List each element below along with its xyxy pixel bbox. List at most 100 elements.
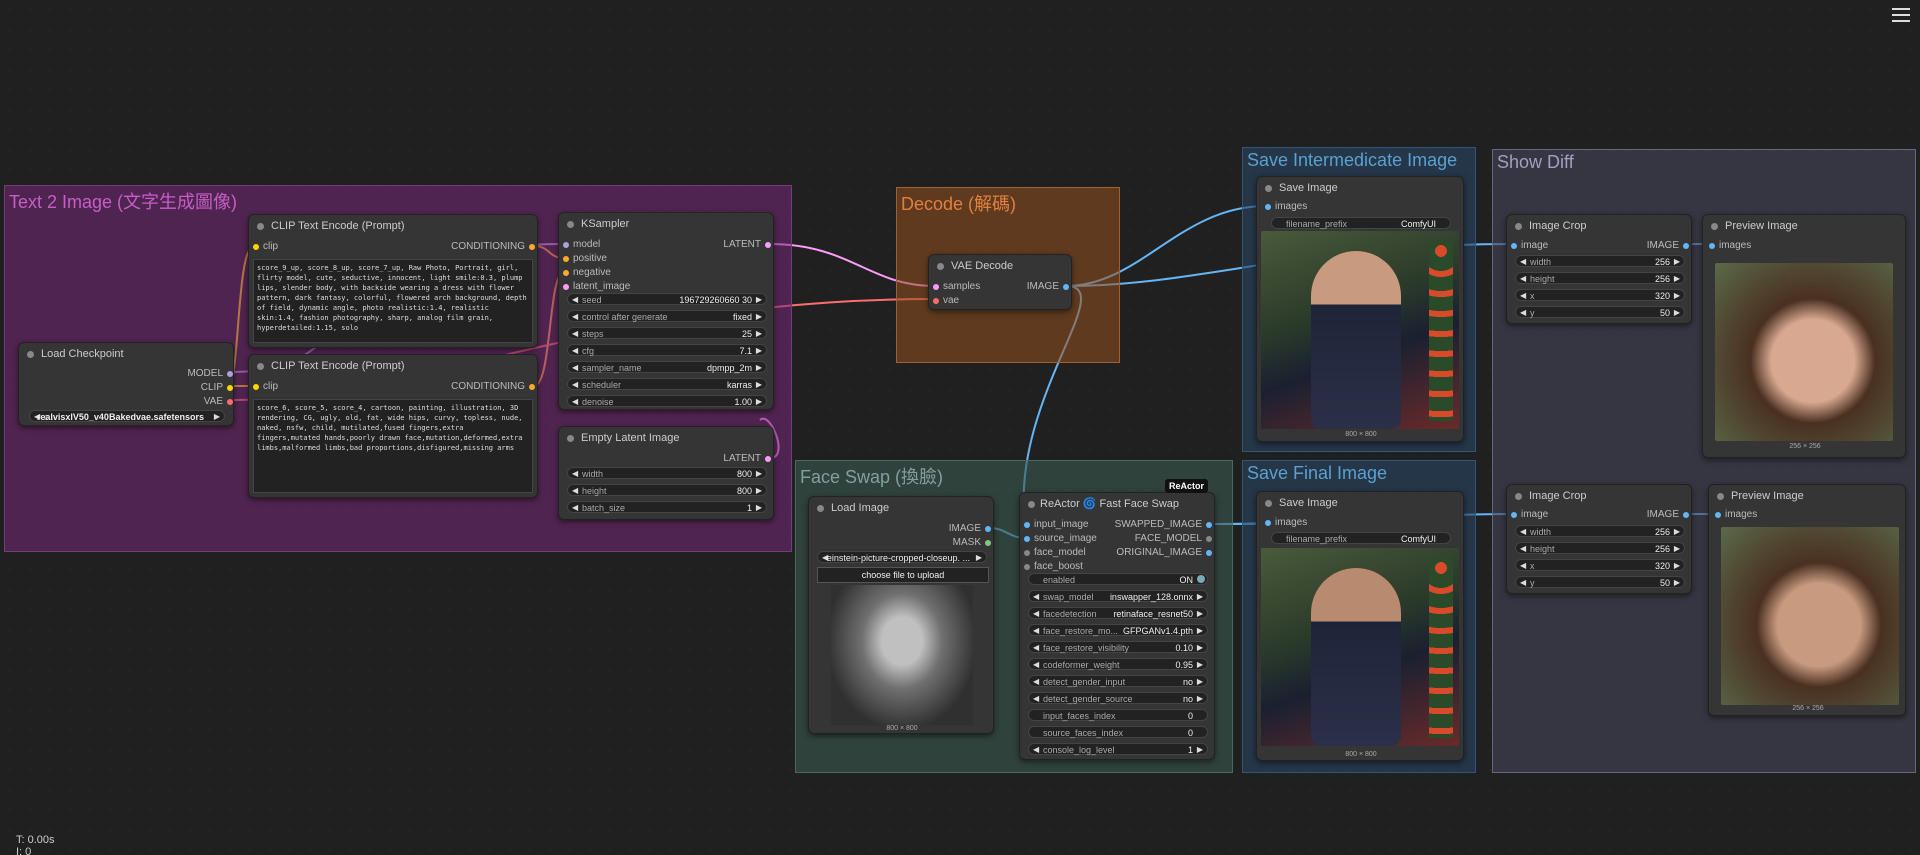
- crop-height-widget[interactable]: ◀ height 256 ▶: [1515, 272, 1685, 284]
- input-input-image[interactable]: input_image: [1024, 519, 1088, 531]
- steps-widget[interactable]: ◀ steps 25 ▶: [567, 327, 767, 339]
- output-image[interactable]: IMAGE: [1647, 509, 1689, 521]
- arrow-right-icon[interactable]: ▶: [756, 294, 762, 306]
- arrow-left-icon[interactable]: ◀: [1033, 676, 1039, 688]
- load-checkpoint-node[interactable]: Load Checkpoint MODEL CLIP VAE ◀ c... re…: [18, 342, 234, 426]
- save-image-final-node[interactable]: Save Image images filename_prefix ComfyUI…: [1256, 491, 1464, 761]
- arrow-left-icon[interactable]: ◀: [572, 379, 578, 391]
- arrow-left-icon[interactable]: ◀: [1520, 256, 1526, 268]
- arrow-right-icon[interactable]: ▶: [1674, 256, 1680, 268]
- empty-latent-image-node[interactable]: Empty Latent Image LATENT ◀ width 800 ▶ ◀ he…: [558, 426, 774, 520]
- output-latent[interactable]: LATENT: [723, 453, 771, 465]
- crop-x-widget[interactable]: ◀ x 320 ▶: [1515, 289, 1685, 301]
- arrow-right-icon[interactable]: ▶: [756, 311, 762, 323]
- output-mask[interactable]: MASK: [953, 537, 991, 549]
- arrow-right-icon[interactable]: ▶: [1674, 577, 1680, 589]
- arrow-right-icon[interactable]: ▶: [756, 396, 762, 408]
- arrow-left-icon[interactable]: ◀: [1033, 591, 1039, 603]
- output-latent[interactable]: LATENT: [723, 239, 771, 251]
- detect-gender-input-widget[interactable]: ◀ detect_gender_input no ▶: [1028, 675, 1208, 687]
- input-model[interactable]: model: [563, 239, 600, 251]
- arrow-left-icon[interactable]: ◀: [572, 311, 578, 323]
- arrow-right-icon[interactable]: ▶: [1197, 676, 1203, 688]
- codeformer-weight-widget[interactable]: ◀ codeformer_weight 0.95 ▶: [1028, 658, 1208, 670]
- input-face-model[interactable]: face_model: [1024, 547, 1086, 559]
- upload-button[interactable]: choose file to upload: [817, 567, 989, 583]
- reactor-fast-face-swap-node[interactable]: ReActor 🌀 Fast Face Swap ReActor input_i…: [1019, 479, 1215, 760]
- input-images[interactable]: images: [1715, 509, 1757, 521]
- crop-width-widget[interactable]: ◀ width 256 ▶: [1515, 255, 1685, 267]
- control-after-generate-widget[interactable]: ◀ control after generate fixed ▶: [567, 310, 767, 322]
- preview-image-node-1[interactable]: Preview Image images 256 × 256: [1702, 214, 1906, 458]
- arrow-left-icon[interactable]: ◀: [572, 328, 578, 340]
- arrow-left-icon[interactable]: ◀: [572, 396, 578, 408]
- input-clip[interactable]: clip: [253, 241, 278, 253]
- enabled-toggle[interactable]: enabled ON: [1028, 573, 1208, 585]
- source-faces-index-widget[interactable]: source_faces_index 0: [1028, 726, 1208, 738]
- arrow-right-icon[interactable]: ▶: [1197, 659, 1203, 671]
- input-vae[interactable]: vae: [933, 295, 959, 307]
- arrow-left-icon[interactable]: ◀: [1520, 290, 1526, 302]
- arrow-left-icon[interactable]: ◀: [1033, 693, 1039, 705]
- arrow-left-icon[interactable]: ◀: [1520, 577, 1526, 589]
- input-image[interactable]: image: [1511, 240, 1548, 252]
- arrow-left-icon[interactable]: ◀: [1033, 625, 1039, 637]
- arrow-left-icon[interactable]: ◀: [1520, 560, 1526, 572]
- seed-widget[interactable]: ◀ seed 196729260660 30 ▶: [567, 293, 767, 305]
- arrow-right-icon[interactable]: ▶: [1674, 273, 1680, 285]
- arrow-left-icon[interactable]: ◀: [572, 502, 578, 514]
- output-image[interactable]: IMAGE: [949, 523, 991, 535]
- output-image[interactable]: IMAGE: [1647, 240, 1689, 252]
- output-original-image[interactable]: ORIGINAL_IMAGE: [1116, 547, 1212, 559]
- arrow-left-icon[interactable]: ◀: [572, 345, 578, 357]
- output-image[interactable]: IMAGE: [1027, 281, 1069, 293]
- crop-height-widget[interactable]: ◀ height 256 ▶: [1515, 542, 1685, 554]
- input-positive[interactable]: positive: [563, 253, 607, 265]
- input-images[interactable]: images: [1265, 201, 1307, 213]
- crop-y-widget[interactable]: ◀ y 50 ▶: [1515, 576, 1685, 588]
- arrow-right-icon[interactable]: ▶: [214, 411, 220, 423]
- arrow-left-icon[interactable]: ◀: [572, 362, 578, 374]
- width-widget[interactable]: ◀ width 800 ▶: [567, 467, 767, 479]
- input-negative[interactable]: negative: [563, 267, 611, 279]
- input-samples[interactable]: samples: [933, 281, 980, 293]
- face-restore-model-widget[interactable]: ◀ face_restore_mo... GFPGANv1.4.pth ▶: [1028, 624, 1208, 636]
- face-restore-visibility-widget[interactable]: ◀ face_restore_visibility 0.10 ▶: [1028, 641, 1208, 653]
- denoise-widget[interactable]: ◀ denoise 1.00 ▶: [567, 395, 767, 407]
- arrow-left-icon[interactable]: ◀: [1033, 642, 1039, 654]
- height-widget[interactable]: ◀ height 800 ▶: [567, 484, 767, 496]
- arrow-left-icon[interactable]: ◀: [1520, 307, 1526, 319]
- arrow-right-icon[interactable]: ▶: [756, 345, 762, 357]
- arrow-left-icon[interactable]: ◀: [1033, 744, 1039, 756]
- arrow-right-icon[interactable]: ▶: [976, 552, 982, 564]
- ckpt-name-combo[interactable]: ◀ c... realvisxlV50_v40Bakedvae.safetens…: [29, 410, 225, 422]
- arrow-right-icon[interactable]: ▶: [1197, 608, 1203, 620]
- console-log-level-widget[interactable]: ◀ console_log_level 1 ▶: [1028, 743, 1208, 755]
- arrow-left-icon[interactable]: ◀: [1520, 273, 1526, 285]
- arrow-right-icon[interactable]: ▶: [1674, 290, 1680, 302]
- scheduler-widget[interactable]: ◀ scheduler karras ▶: [567, 378, 767, 390]
- arrow-right-icon[interactable]: ▶: [1197, 693, 1203, 705]
- arrow-right-icon[interactable]: ▶: [756, 502, 762, 514]
- arrow-right-icon[interactable]: ▶: [1197, 744, 1203, 756]
- input-images[interactable]: images: [1709, 240, 1751, 252]
- input-faces-index-widget[interactable]: input_faces_index 0: [1028, 709, 1208, 721]
- filename-prefix-widget[interactable]: filename_prefix ComfyUI: [1271, 217, 1451, 229]
- input-face-boost[interactable]: face_boost: [1024, 561, 1083, 573]
- arrow-left-icon[interactable]: ◀: [572, 294, 578, 306]
- arrow-left-icon[interactable]: ◀: [1520, 526, 1526, 538]
- vae-decode-node[interactable]: VAE Decode samples vae IMAGE: [928, 254, 1072, 310]
- arrow-right-icon[interactable]: ▶: [1197, 625, 1203, 637]
- arrow-right-icon[interactable]: ▶: [1197, 591, 1203, 603]
- ksampler-node[interactable]: KSampler model positive negative latent_…: [558, 212, 774, 410]
- arrow-right-icon[interactable]: ▶: [756, 468, 762, 480]
- batch-size-widget[interactable]: ◀ batch_size 1 ▶: [567, 501, 767, 513]
- prompt-textarea[interactable]: score_6, score_5, score_4, cartoon, pain…: [253, 399, 533, 493]
- image-file-combo[interactable]: ◀ einstein-picture-cropped-closeup. ... ▶: [817, 551, 987, 563]
- output-clip[interactable]: CLIP: [201, 382, 233, 394]
- output-model[interactable]: MODEL: [187, 368, 233, 380]
- cfg-widget[interactable]: ◀ cfg 7.1 ▶: [567, 344, 767, 356]
- output-vae[interactable]: VAE: [204, 396, 233, 408]
- facedetection-widget[interactable]: ◀ facedetection retinaface_resnet50 ▶: [1028, 607, 1208, 619]
- clip-text-encode-negative-node[interactable]: CLIP Text Encode (Prompt) clip CONDITION…: [248, 354, 538, 498]
